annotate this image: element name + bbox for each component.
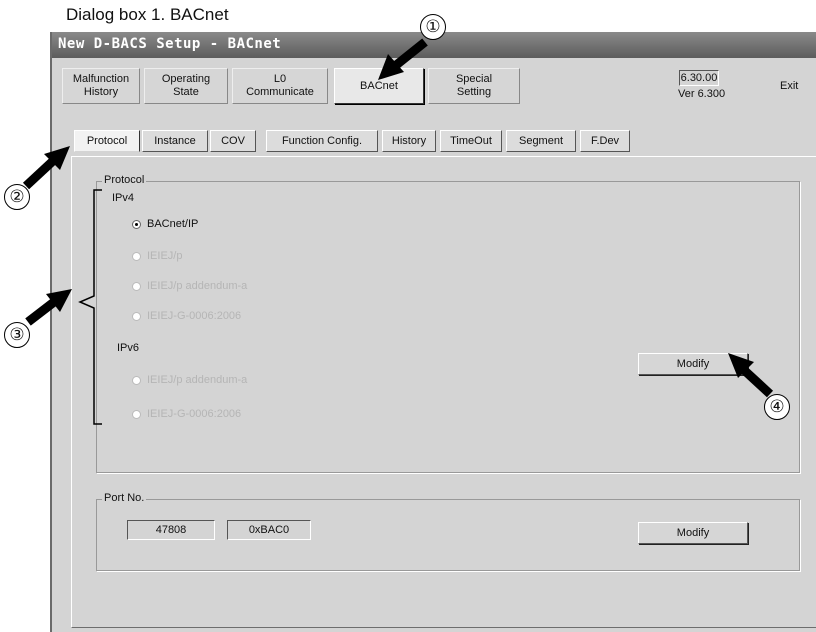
callout-4: ④ bbox=[764, 394, 790, 420]
arrow-4-icon bbox=[728, 353, 774, 398]
annotation-overlay bbox=[22, 38, 774, 425]
arrow-2-icon bbox=[22, 146, 70, 190]
callout-3: ③ bbox=[4, 322, 30, 348]
bracket-icon bbox=[78, 189, 102, 425]
callout-1: ① bbox=[420, 14, 446, 40]
arrow-1-icon bbox=[378, 38, 428, 80]
callout-2: ② bbox=[4, 184, 30, 210]
arrow-3-icon bbox=[25, 289, 72, 326]
